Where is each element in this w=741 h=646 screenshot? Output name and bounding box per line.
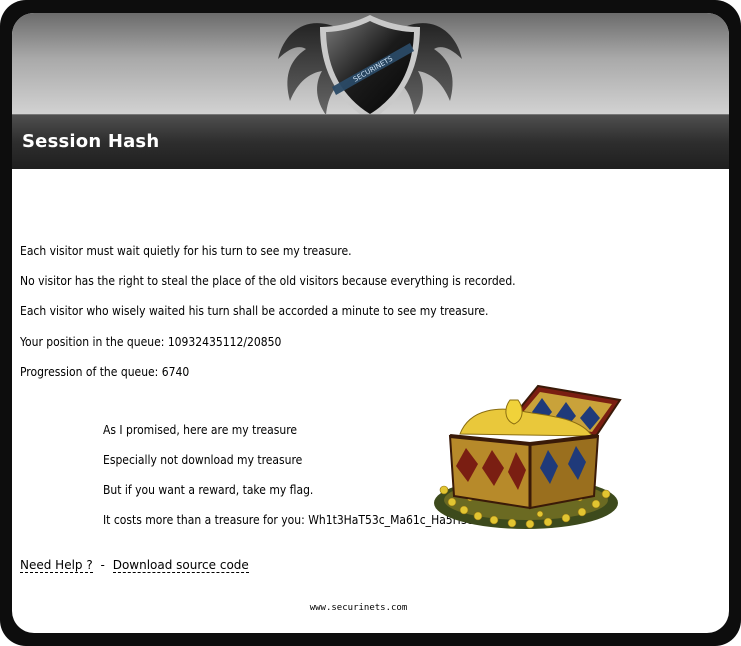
header-banner: SECURINETS (12, 13, 729, 121)
page-frame: SECURINETS Session Hash (0, 0, 741, 646)
securinets-logo: SECURINETS (278, 15, 462, 121)
paragraph-minute: Each visitor who wisely waited his turn … (20, 304, 489, 318)
link-separator: - (100, 558, 105, 572)
treasure-chest-image (434, 384, 622, 529)
treasure-line-download: Especially not download my treasure (103, 453, 303, 467)
paragraph-wait: Each visitor must wait quietly for his t… (20, 244, 352, 258)
queue-position: Your position in the queue: 10932435112/… (20, 335, 282, 349)
queue-progression: Progression of the queue: 6740 (20, 365, 190, 379)
footer-links: Need Help ? - Download source code (20, 558, 249, 573)
treasure-line-promise: As I promised, here are my treasure (103, 423, 298, 437)
paragraph-no-steal: No visitor has the right to steal the pl… (20, 274, 516, 288)
title-bar: Session Hash (12, 114, 729, 169)
treasure-line-flag: It costs more than a treasure for you: W… (103, 513, 475, 527)
page-container: SECURINETS Session Hash (12, 13, 729, 633)
download-source-link[interactable]: Download source code (112, 558, 249, 573)
site-footer: www.securinets.com (309, 603, 408, 613)
page-title: Session Hash (22, 131, 160, 152)
treasure-line-reward: But if you want a reward, take my flag. (103, 483, 314, 497)
need-help-link[interactable]: Need Help ? (20, 558, 93, 573)
